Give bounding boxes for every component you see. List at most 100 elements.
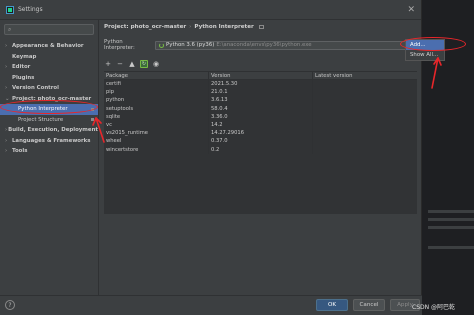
settings-dialog: Settings ✕ ⌕ › Appearance & Behavior Keyma… <box>0 0 445 315</box>
interpreter-row: Python Interpreter: Python 3.6 (py36) E:… <box>104 39 407 51</box>
chevron-right-icon: › <box>5 148 8 155</box>
add-package-icon[interactable]: + <box>104 60 112 68</box>
package-latest-version <box>312 120 417 130</box>
package-name: wheel <box>106 138 122 145</box>
sidebar-item-label: Keymap <box>12 53 37 60</box>
sidebar-item-label: Languages & Frameworks <box>12 137 91 144</box>
table-row[interactable]: python 3.6.13 <box>104 96 417 105</box>
sidebar-item-appearance-behavior[interactable]: › Appearance & Behavior <box>0 41 98 52</box>
main-panel: Project: photo_ocr-master › Python Inter… <box>100 20 445 295</box>
breadcrumb-project[interactable]: Project: photo_ocr-master <box>104 24 186 30</box>
package-version: 21.0.1 <box>208 88 312 97</box>
table-row[interactable]: sqlite 3.36.0 <box>104 112 417 121</box>
package-name: python <box>106 97 125 104</box>
sidebar-item-label: Editor <box>12 64 31 71</box>
chevron-right-icon: › <box>5 85 8 92</box>
help-icon[interactable]: ? <box>5 300 15 310</box>
sidebar-item-label: Version Control <box>12 85 59 92</box>
ok-button[interactable]: OK <box>316 299 348 311</box>
package-version: 2021.5.30 <box>208 80 312 89</box>
package-latest-version <box>312 80 417 89</box>
sidebar-item-label: Build, Execution, Deployment <box>8 127 98 134</box>
package-latest-version <box>312 96 417 105</box>
interpreter-label: Python Interpreter: <box>104 39 135 51</box>
header-version[interactable]: Version <box>208 72 312 79</box>
search-icon: ⌕ <box>8 25 12 33</box>
sidebar-item-tools[interactable]: › Tools <box>0 146 98 157</box>
table-row[interactable]: vc 14.2 <box>104 120 417 130</box>
header-latest-version[interactable]: Latest version <box>312 72 417 79</box>
header-package[interactable]: Package <box>104 72 208 79</box>
package-version: 3.6.13 <box>208 96 312 105</box>
package-latest-version <box>312 104 417 113</box>
cancel-button[interactable]: Cancel <box>353 299 385 311</box>
chevron-down-icon: ⌄ <box>5 95 10 102</box>
breadcrumb: Project: photo_ocr-master › Python Inter… <box>100 20 422 33</box>
ide-code-line <box>428 218 474 221</box>
package-toolbar: + − ▲ ↻ ◉ <box>104 60 160 68</box>
package-latest-version <box>312 129 417 138</box>
chevron-right-icon: › <box>5 43 8 50</box>
pycharm-icon <box>6 5 14 14</box>
package-version: 0.2 <box>208 145 312 154</box>
settings-search-input[interactable]: ⌕ <box>4 24 94 35</box>
package-version: 0.37.0 <box>208 137 312 146</box>
remove-package-icon[interactable]: − <box>116 60 124 68</box>
chevron-right-icon: › <box>5 137 8 144</box>
loading-spinner-icon <box>159 42 164 48</box>
package-name: sqlite <box>106 113 121 120</box>
package-version: 3.36.0 <box>208 112 312 121</box>
settings-sidebar: ⌕ › Appearance & Behavior Keymap › Editor Plu… <box>0 20 99 295</box>
ide-code-line <box>428 226 474 229</box>
watermark-text: CSDN @阿巴乾 <box>412 304 456 311</box>
package-latest-version <box>312 112 417 121</box>
package-name: certifi <box>106 81 121 88</box>
upgrade-package-icon[interactable]: ▲ <box>128 60 136 68</box>
package-latest-version <box>312 145 417 154</box>
table-row[interactable]: vs2015_runtime 14.27.29016 <box>104 129 417 138</box>
sidebar-item-project-structure[interactable]: Project Structure <box>0 115 98 126</box>
package-table: Package Version Latest version certifi 20… <box>104 71 417 214</box>
sidebar-item-languages-frameworks[interactable]: › Languages & Frameworks <box>0 136 98 147</box>
table-body: certifi 2021.5.30 pip 21.0.1 python 3.6.13 set… <box>104 80 417 214</box>
sidebar-item-label: Appearance & Behavior <box>12 43 84 50</box>
table-row[interactable]: wincertstore 0.2 <box>104 145 417 154</box>
sidebar-item-label: Project Structure <box>18 116 64 123</box>
sidebar-item-label: Plugins <box>12 74 35 81</box>
package-name: vc <box>106 122 112 129</box>
table-row[interactable]: wheel 0.37.0 <box>104 137 417 146</box>
annotation-oval-add <box>400 37 466 51</box>
package-version: 58.0.4 <box>208 104 312 113</box>
interpreter-select[interactable]: Python 3.6 (py36) E:\anaconda\envs\py36\… <box>155 40 407 50</box>
window-title: Settings <box>18 6 43 13</box>
package-name: pip <box>106 89 115 96</box>
interpreter-name: Python 3.6 (py36) <box>166 42 215 48</box>
breadcrumb-separator: › <box>189 23 192 30</box>
table-header: Package Version Latest version <box>104 71 417 80</box>
package-name: vs2015_runtime <box>106 130 148 137</box>
annotation-oval-sidebar <box>0 100 98 114</box>
sidebar-item-version-control[interactable]: › Version Control <box>0 83 98 94</box>
refresh-icon[interactable]: ↻ <box>140 60 148 68</box>
sidebar-item-plugins[interactable]: Plugins <box>0 73 98 84</box>
interpreter-path: E:\anaconda\envs\py36\python.exe <box>216 42 312 48</box>
show-all-item[interactable]: Show All... <box>406 50 444 60</box>
sidebar-item-label: Tools <box>12 148 28 155</box>
close-icon[interactable]: ✕ <box>407 5 415 15</box>
sidebar-item-build-execution-deployment[interactable]: › Build, Execution, Deployment <box>0 125 98 136</box>
breadcrumb-page: Python Interpreter <box>194 23 254 30</box>
package-version: 14.27.29016 <box>208 129 312 138</box>
sidebar-item-keymap[interactable]: Keymap <box>0 52 98 63</box>
ide-code-line <box>428 210 474 213</box>
eye-icon[interactable]: ◉ <box>152 60 160 68</box>
project-scope-icon <box>258 24 264 29</box>
sidebar-item-editor[interactable]: › Editor <box>0 62 98 73</box>
title-bar: Settings ✕ <box>0 0 421 20</box>
table-row[interactable]: pip 21.0.1 <box>104 88 417 97</box>
project-scope-icon <box>91 118 94 122</box>
sidebar-nav: › Appearance & Behavior Keymap › Editor Plugi… <box>0 41 98 157</box>
table-row[interactable]: setuptools 58.0.4 <box>104 104 417 113</box>
package-name: wincertstore <box>106 146 139 153</box>
package-latest-version <box>312 137 417 146</box>
table-row[interactable]: certifi 2021.5.30 <box>104 80 417 89</box>
